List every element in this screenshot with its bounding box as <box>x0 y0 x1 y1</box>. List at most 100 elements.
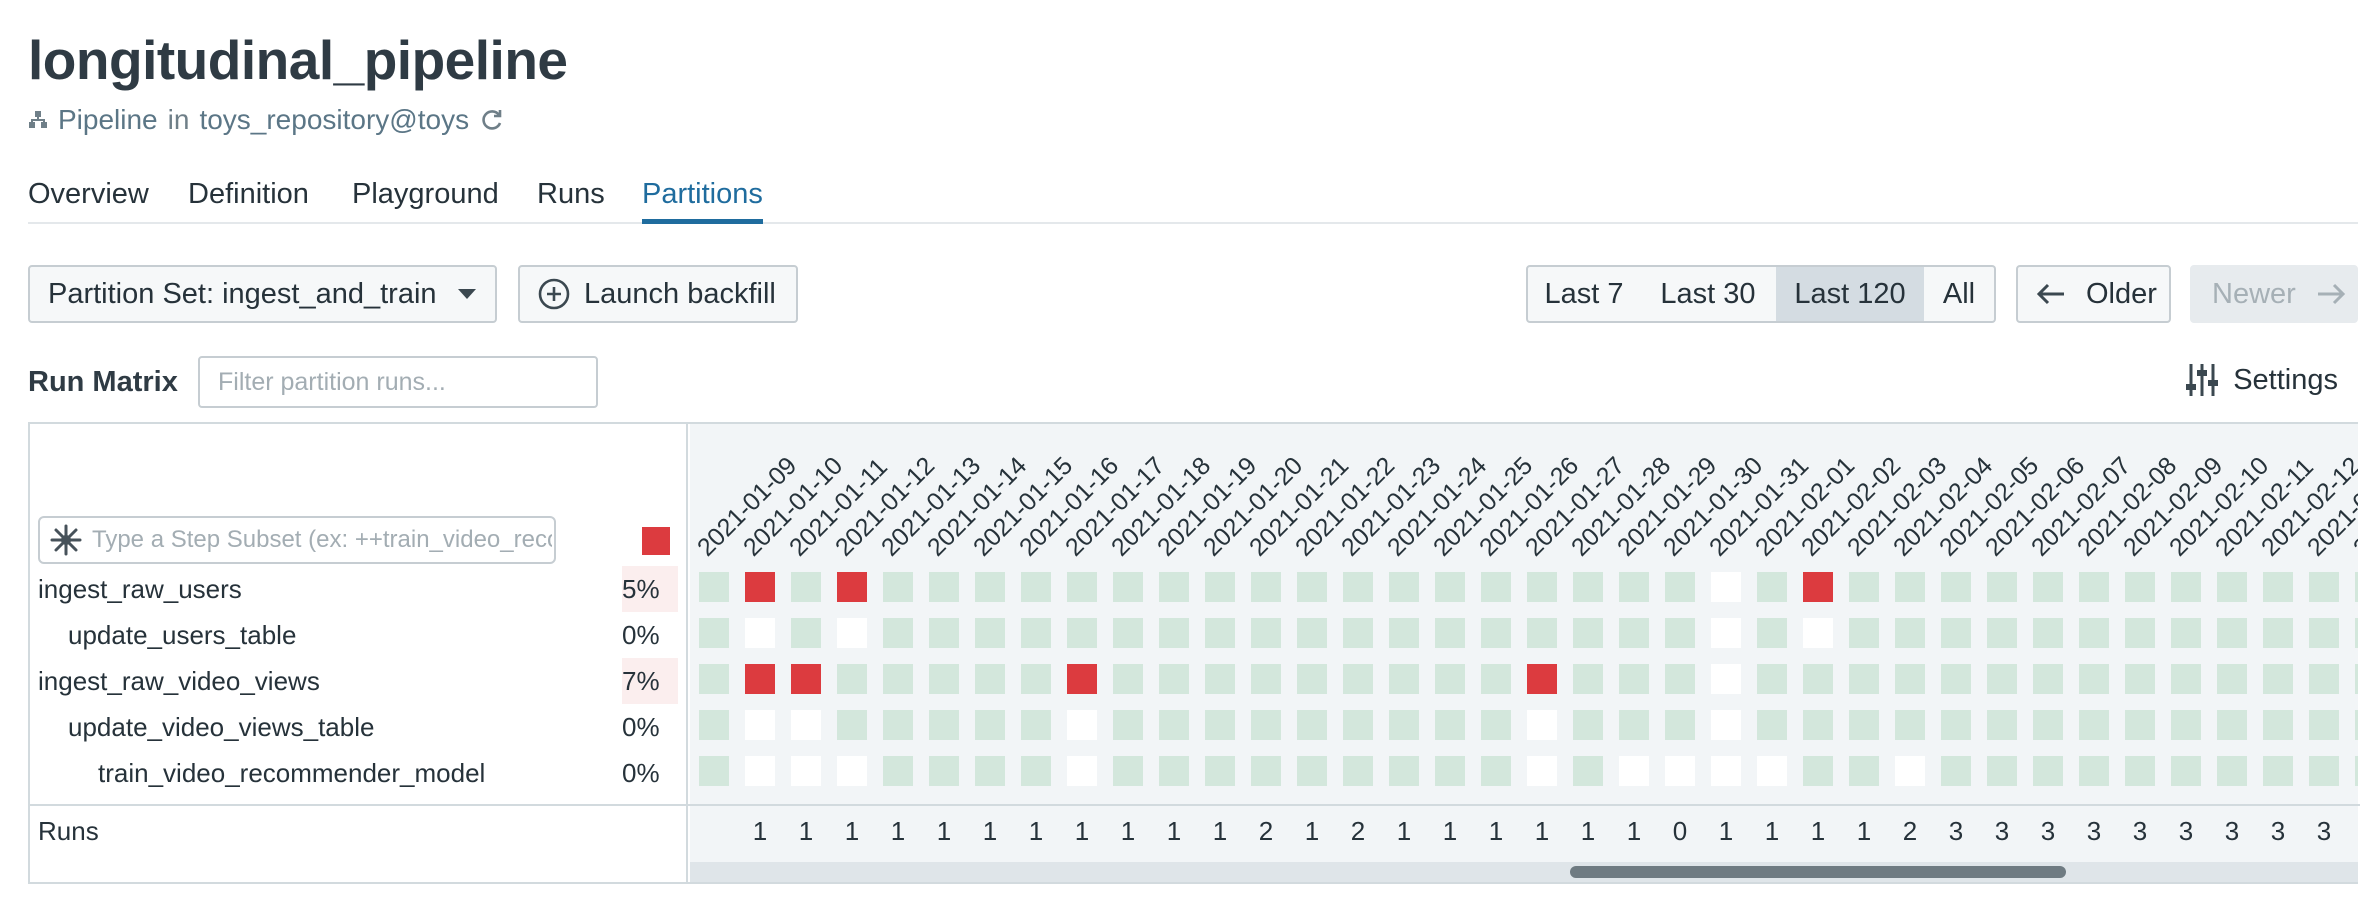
success-cell[interactable] <box>2263 756 2293 786</box>
success-cell[interactable] <box>2217 710 2247 740</box>
success-cell[interactable] <box>1665 572 1695 602</box>
success-cell[interactable] <box>699 710 729 740</box>
success-cell[interactable] <box>1941 572 1971 602</box>
success-cell[interactable] <box>1757 572 1787 602</box>
empty-cell[interactable] <box>1619 756 1649 786</box>
step-subset-input[interactable] <box>92 526 552 554</box>
success-cell[interactable] <box>1067 572 1097 602</box>
success-cell[interactable] <box>1251 710 1281 740</box>
success-cell[interactable] <box>1389 710 1419 740</box>
step-row[interactable]: update_users_table 0% <box>30 612 688 658</box>
step-row[interactable]: train_video_recommender_model 0% <box>30 750 688 796</box>
success-cell[interactable] <box>883 710 913 740</box>
success-cell[interactable] <box>699 572 729 602</box>
success-cell[interactable] <box>791 618 821 648</box>
success-cell[interactable] <box>1757 618 1787 648</box>
success-cell[interactable] <box>1435 572 1465 602</box>
success-cell[interactable] <box>1389 756 1419 786</box>
success-cell[interactable] <box>2355 756 2358 786</box>
empty-cell[interactable] <box>745 618 775 648</box>
failure-cell[interactable] <box>745 572 775 602</box>
success-cell[interactable] <box>2125 710 2155 740</box>
success-cell[interactable] <box>975 572 1005 602</box>
success-cell[interactable] <box>1159 618 1189 648</box>
success-cell[interactable] <box>2171 572 2201 602</box>
range-last-30-button[interactable]: Last 30 <box>1640 265 1778 323</box>
success-cell[interactable] <box>1435 756 1465 786</box>
success-cell[interactable] <box>1159 664 1189 694</box>
success-cell[interactable] <box>929 756 959 786</box>
success-cell[interactable] <box>2355 710 2358 740</box>
success-cell[interactable] <box>1573 710 1603 740</box>
success-cell[interactable] <box>883 664 913 694</box>
success-cell[interactable] <box>1343 618 1373 648</box>
success-cell[interactable] <box>975 756 1005 786</box>
success-cell[interactable] <box>2355 618 2358 648</box>
success-cell[interactable] <box>2033 756 2063 786</box>
success-cell[interactable] <box>975 618 1005 648</box>
success-cell[interactable] <box>1297 618 1327 648</box>
success-cell[interactable] <box>1205 756 1235 786</box>
success-cell[interactable] <box>1941 664 1971 694</box>
success-cell[interactable] <box>1849 664 1879 694</box>
success-cell[interactable] <box>1205 572 1235 602</box>
launch-backfill-button[interactable]: Launch backfill <box>518 265 798 323</box>
success-cell[interactable] <box>2125 572 2155 602</box>
success-cell[interactable] <box>1389 572 1419 602</box>
success-cell[interactable] <box>2217 664 2247 694</box>
success-cell[interactable] <box>2171 710 2201 740</box>
success-cell[interactable] <box>929 572 959 602</box>
older-button[interactable]: Older <box>2016 265 2171 323</box>
success-cell[interactable] <box>1021 664 1051 694</box>
tab-runs[interactable]: Runs <box>537 178 605 224</box>
success-cell[interactable] <box>1987 572 2017 602</box>
success-cell[interactable] <box>1619 710 1649 740</box>
empty-cell[interactable] <box>791 756 821 786</box>
step-subset-field[interactable] <box>38 516 556 564</box>
settings-button[interactable]: Settings <box>2185 362 2338 398</box>
success-cell[interactable] <box>1205 618 1235 648</box>
empty-cell[interactable] <box>1067 710 1097 740</box>
failure-cell[interactable] <box>1067 664 1097 694</box>
success-cell[interactable] <box>2217 756 2247 786</box>
empty-cell[interactable] <box>1803 618 1833 648</box>
success-cell[interactable] <box>1987 618 2017 648</box>
success-cell[interactable] <box>2217 618 2247 648</box>
success-cell[interactable] <box>1113 710 1143 740</box>
tab-playground[interactable]: Playground <box>352 178 499 224</box>
success-cell[interactable] <box>1159 572 1189 602</box>
success-cell[interactable] <box>1389 618 1419 648</box>
pipeline-type-link[interactable]: Pipeline <box>58 104 158 136</box>
success-cell[interactable] <box>2309 664 2339 694</box>
success-cell[interactable] <box>1803 756 1833 786</box>
success-cell[interactable] <box>1251 572 1281 602</box>
horizontal-scrollbar-thumb[interactable] <box>1570 866 2066 878</box>
failure-cell[interactable] <box>1803 572 1833 602</box>
success-cell[interactable] <box>1941 618 1971 648</box>
success-cell[interactable] <box>883 618 913 648</box>
success-cell[interactable] <box>1021 572 1051 602</box>
success-cell[interactable] <box>1895 710 1925 740</box>
success-cell[interactable] <box>2079 618 2109 648</box>
success-cell[interactable] <box>1343 756 1373 786</box>
success-cell[interactable] <box>1113 618 1143 648</box>
success-cell[interactable] <box>2309 618 2339 648</box>
success-cell[interactable] <box>1297 664 1327 694</box>
success-cell[interactable] <box>1343 572 1373 602</box>
success-cell[interactable] <box>1757 664 1787 694</box>
success-cell[interactable] <box>2079 664 2109 694</box>
empty-cell[interactable] <box>837 618 867 648</box>
success-cell[interactable] <box>1849 572 1879 602</box>
success-cell[interactable] <box>2263 710 2293 740</box>
success-cell[interactable] <box>1297 572 1327 602</box>
success-cell[interactable] <box>1573 756 1603 786</box>
repository-link[interactable]: toys_repository@toys <box>199 104 469 136</box>
success-cell[interactable] <box>1665 710 1695 740</box>
success-cell[interactable] <box>1619 618 1649 648</box>
success-cell[interactable] <box>2125 756 2155 786</box>
success-cell[interactable] <box>1987 710 2017 740</box>
success-cell[interactable] <box>2309 710 2339 740</box>
success-cell[interactable] <box>883 572 913 602</box>
empty-cell[interactable] <box>1665 756 1695 786</box>
empty-cell[interactable] <box>1527 710 1557 740</box>
